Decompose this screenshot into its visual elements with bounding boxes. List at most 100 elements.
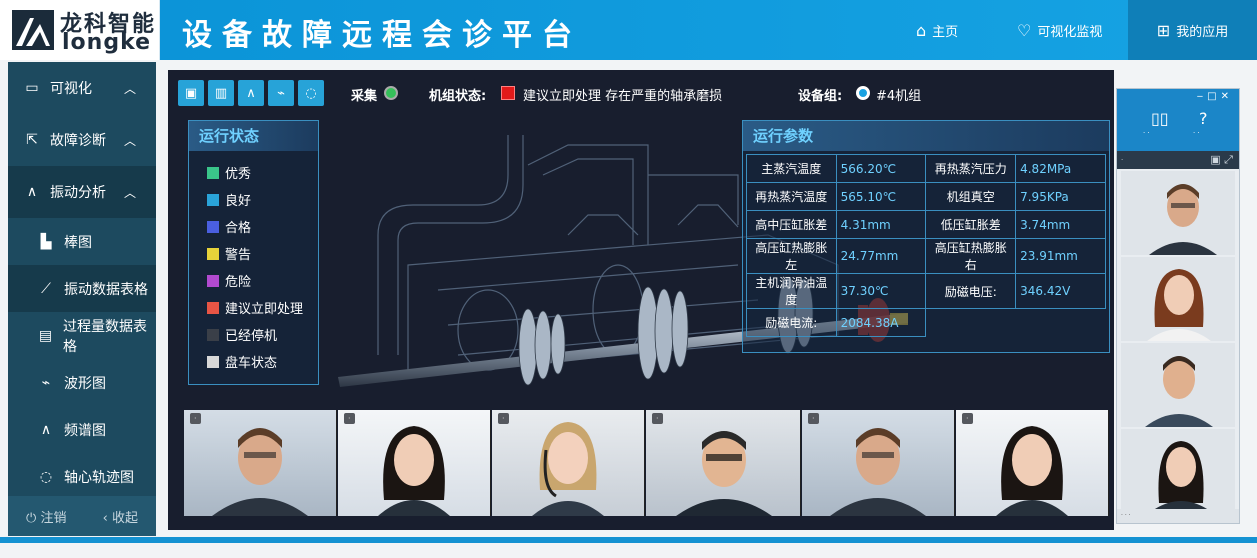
nav-home[interactable]: ⌂ 主页 [916, 0, 958, 60]
video-tile[interactable]: · [184, 410, 337, 516]
table-row: 主蒸汽温度 566.20℃ 再热蒸汽压力 4.82MPa [746, 154, 1106, 183]
status-item: 警告 [207, 240, 318, 267]
logout-label: 注销 [40, 510, 67, 526]
participant-avatar [212, 428, 308, 516]
sidebar-footer: ⏻ 注销 ‹ 收起 [8, 496, 156, 536]
sidebar-subitem-bar-chart[interactable]: ▙ 棒图 [8, 218, 156, 265]
monitor-icon: ▣ [184, 85, 198, 101]
participant-avatar [1149, 441, 1213, 513]
top-header: 龙科智能 longke 设备故障远程会诊平台 ⌂ 主页 ♡ 可视化监视 ⊞ 我的… [0, 0, 1257, 60]
status-swatch [207, 166, 219, 179]
param-value: 2084.38A [835, 308, 927, 337]
param-value: 24.77mm [835, 238, 927, 274]
participant-avatar [378, 426, 450, 516]
nav-monitor-label: 可视化监视 [1037, 24, 1103, 40]
status-swatch [207, 274, 219, 287]
table-row: 励磁电流: 2084.38A [746, 308, 1106, 337]
chat-video-tile[interactable] [1121, 343, 1235, 427]
video-tile[interactable]: · [802, 410, 955, 516]
sidebar-subitem-label: 频谱图 [64, 422, 106, 439]
unit-status-label: 机组状态: [429, 89, 487, 104]
table-icon: ▤ [38, 327, 53, 344]
status-swatch [207, 328, 219, 341]
param-value: 23.91mm [1015, 238, 1106, 274]
logo: 龙科智能 longke [0, 0, 160, 60]
nav-visual-monitor[interactable]: ♡ 可视化监视 [1017, 0, 1102, 60]
video-tile[interactable]: · [338, 410, 491, 516]
video-tile[interactable]: · [956, 410, 1109, 516]
participant-tag: · [498, 413, 509, 424]
collect-status-indicator [384, 86, 398, 100]
param-value: 4.82MPa [1015, 154, 1106, 183]
sidebar-item-fault-diagnosis[interactable]: ⇱ 故障诊断 ︿ [8, 114, 156, 166]
main-panel: ▣ ▥ ∧ ⌁ ◌ 采集 机组状态: 建议立即处理 存在严重的轴承磨损 设备组:… [168, 70, 1114, 410]
sidebar-item-visualization[interactable]: ▭ 可视化 ︿ [8, 62, 156, 114]
apps-icon: ⊞ [1156, 20, 1171, 40]
view-toolbar: ▣ ▥ ∧ ⌁ ◌ [178, 80, 324, 106]
collect-label: 采集 [351, 89, 378, 104]
sidebar: ▭ 可视化 ︿ ⇱ 故障诊断 ︿ ∧ 振动分析 ︿ ▙ 棒图 ⟋ 振动数据表格 … [8, 62, 156, 536]
sidebar-item-label: 可视化 [50, 81, 92, 97]
book-icon: ▥ [214, 85, 228, 101]
orbit-icon: ◌ [39, 468, 53, 485]
status-swatch [207, 355, 219, 368]
param-key: 再热蒸汽温度 [746, 182, 837, 211]
param-key: 主蒸汽温度 [746, 154, 837, 183]
trend-view-button[interactable]: ∧ [238, 80, 264, 106]
param-value: 3.74mm [1015, 210, 1106, 239]
params-table: 主蒸汽温度 566.20℃ 再热蒸汽压力 4.82MPa 再热蒸汽温度 565.… [746, 154, 1106, 337]
logout-button[interactable]: ⏻ 注销 [26, 507, 66, 526]
sidebar-subitem-vibration-table[interactable]: ⟋ 振动数据表格 [8, 265, 156, 312]
collapse-button[interactable]: ‹ 收起 [103, 507, 138, 526]
param-key: 机组真空 [925, 182, 1017, 211]
status-label: 警告 [225, 248, 252, 263]
stethoscope-icon: ♡ [1017, 20, 1032, 40]
table-row: 再热蒸汽温度 565.10℃ 机组真空 7.95KPa [746, 182, 1106, 211]
nav-my-apps[interactable]: ⊞ 我的应用 [1128, 0, 1257, 60]
table-row: 高压缸热膨胀左 24.77mm 高压缸热膨胀右 23.91mm [746, 238, 1106, 274]
pulse-view-button[interactable]: ⌁ [268, 80, 294, 106]
window-controls[interactable]: ‒□✕ [1197, 91, 1233, 102]
chat-tool-label: · · [1143, 129, 1150, 137]
video-tile[interactable]: · [646, 410, 801, 516]
help-icon[interactable]: ? [1199, 109, 1208, 128]
status-item: 优秀 [207, 159, 318, 186]
unit-status-indicator [501, 86, 515, 100]
chevron-up-icon: ︿ [123, 185, 136, 200]
param-key: 再热蒸汽压力 [925, 154, 1017, 183]
param-value: 565.10℃ [835, 182, 927, 211]
layout-icon[interactable]: ▯▯ [1151, 109, 1169, 128]
sidebar-item-label: 振动分析 [50, 185, 106, 201]
status-label: 建议立即处理 [225, 302, 304, 317]
video-tile[interactable]: · [492, 410, 645, 516]
participant-avatar [676, 431, 772, 516]
participant-avatar [1145, 356, 1213, 427]
chat-video-tile[interactable] [1121, 171, 1235, 255]
running-params-title: 运行参数 [743, 121, 1109, 151]
sidebar-subitem-waveform[interactable]: ⌁ 波形图 [8, 359, 156, 406]
status-label: 盘车状态 [225, 356, 278, 371]
device-group-radio[interactable] [856, 86, 870, 100]
running-status-panel: 运行状态 优秀 良好 合格 警告 危险 建议立即处理 已经停机 盘车状态 [188, 120, 319, 385]
expand-icon[interactable]: ▣ ⤢ [1210, 151, 1233, 169]
status-item: 良好 [207, 186, 318, 213]
status-swatch [207, 193, 219, 206]
sidebar-item-vibration-analysis[interactable]: ∧ 振动分析 ︿ [8, 166, 156, 218]
param-key: 高压缸热膨胀右 [925, 238, 1017, 274]
sidebar-subitem-spectrum[interactable]: ∧ 频谱图 [8, 406, 156, 453]
sidebar-item-label: 故障诊断 [50, 133, 106, 149]
sidebar-subitem-label: 波形图 [64, 375, 106, 392]
sidebar-subitem-label: 棒图 [64, 234, 92, 251]
waveform-icon: ⌁ [41, 374, 51, 391]
chat-video-tile[interactable] [1121, 429, 1235, 513]
chat-video-tile[interactable] [1121, 257, 1235, 341]
participant-avatar [532, 422, 604, 516]
param-key: 低压缸胀差 [925, 210, 1017, 239]
sidebar-subitem-process-table[interactable]: ▤ 过程量数据表格 [8, 312, 156, 359]
orbit-view-button[interactable]: ◌ [298, 80, 324, 106]
chevron-up-icon: ︿ [123, 133, 136, 148]
diagnosis-icon: ⇱ [26, 132, 38, 148]
monitor-view-button[interactable]: ▣ [178, 80, 204, 106]
sidebar-subitem-orbit[interactable]: ◌ 轴心轨迹图 [8, 453, 156, 500]
book-view-button[interactable]: ▥ [208, 80, 234, 106]
